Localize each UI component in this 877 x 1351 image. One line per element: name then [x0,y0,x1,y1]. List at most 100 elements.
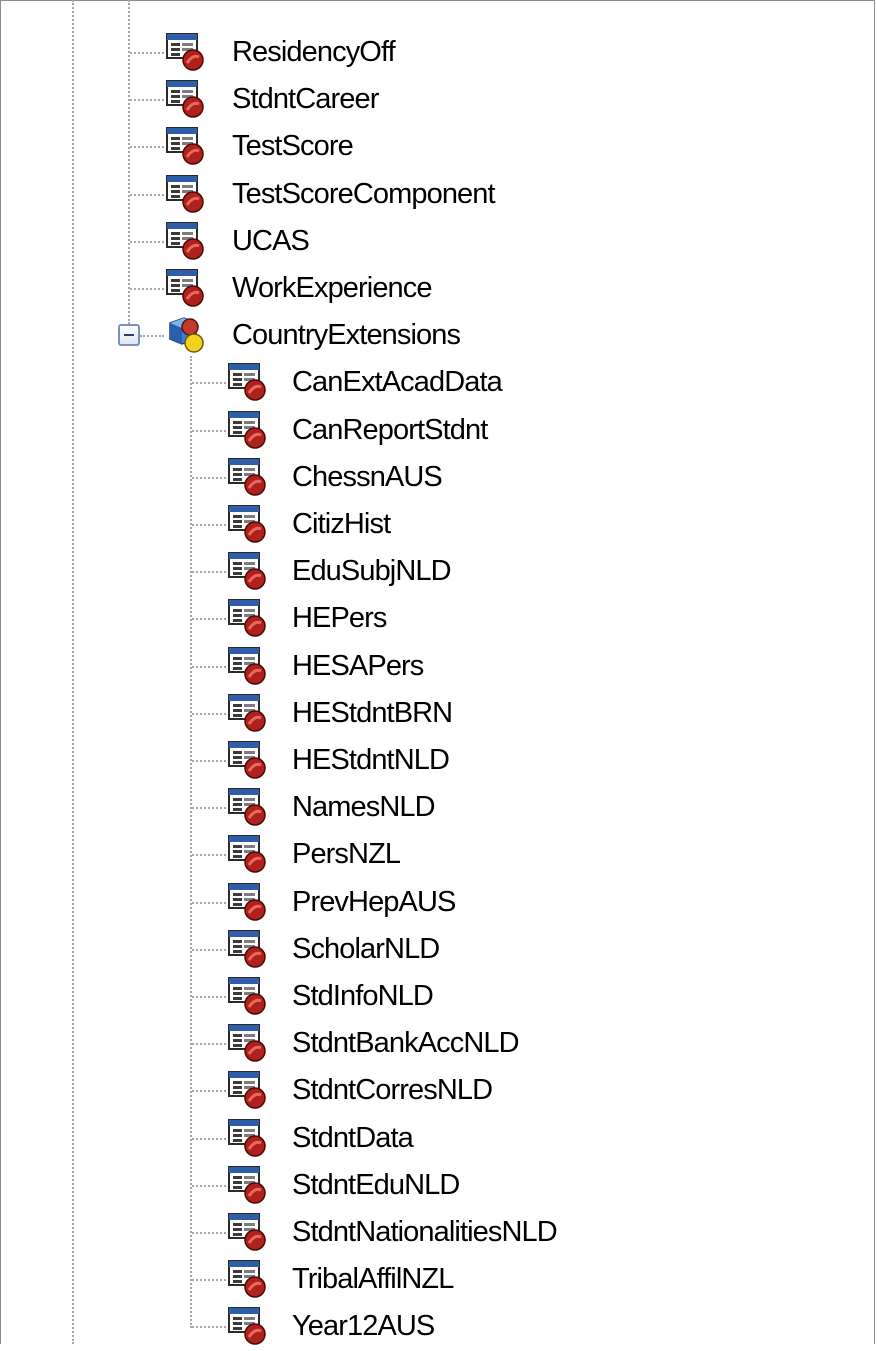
tree-node-label: HEPers [292,602,387,635]
tree-node-child-item[interactable]: NamesNLD [226,784,866,830]
tree-connector-line [192,901,226,904]
tree-connector-line [192,1184,226,1187]
record-node-icon [226,1070,270,1110]
record-node-icon [226,1212,270,1252]
record-node-icon [226,882,270,922]
record-node-icon [226,1023,270,1063]
tree-node-child-item[interactable]: StdntBankAccNLD [226,1020,866,1066]
record-node-icon [226,740,270,780]
tree-node-child-item[interactable]: CanExtAcadData [226,359,866,405]
tree-connector-line [192,760,226,762]
tree-view[interactable]: ResidencyOff StdntCareer TestScore TestS… [0,0,877,1346]
tree-node-child-item[interactable]: HESAPers [226,643,866,689]
tree-node-label: ChessnAUS [292,460,443,493]
tree-guide-line-level2 [190,356,192,1328]
tree-node-label: TestScore [232,130,354,163]
tree-node-child-item[interactable]: PersNZL [226,831,866,877]
group-folder-icon [164,315,208,355]
record-node-icon [164,268,208,308]
tree-node-label: HESAPers [292,649,424,682]
record-node-icon [226,457,270,497]
tree-node-label: PersNZL [292,838,401,871]
tree-node-child-item[interactable]: HEPers [226,595,866,641]
record-node-icon [226,1306,270,1346]
tree-connector-line [192,948,226,951]
tree-node-label: TribalAffilNZL [292,1263,454,1296]
tree-node-label: HEStdntBRN [292,696,453,729]
record-node-icon [164,79,208,119]
tree-connector-line [192,571,226,574]
tree-connector-line [192,1043,226,1046]
record-node-icon [226,551,270,591]
tree-node-child-item[interactable]: StdntNationalitiesNLD [226,1209,866,1255]
tree-connector-line [130,99,164,102]
record-node-icon [226,1118,270,1158]
tree-node-label: EduSubjNLD [292,555,452,588]
tree-node-label: WorkExperience [232,272,433,304]
tree-node-child-item[interactable]: ScholarNLD [226,926,866,972]
tree-node-child-item[interactable]: ChessnAUS [226,454,866,500]
tree-connector-line [130,52,164,54]
tree-node-label: PrevHepAUS [292,885,456,918]
record-node-icon [226,834,270,874]
tree-node-label: StdntCorresNLD [292,1074,493,1107]
tree-connector-line [192,382,226,385]
tree-node-child-item[interactable]: StdInfoNLD [226,973,866,1019]
tree-node-label: CanExtAcadData [292,366,503,399]
tree-node-label: StdntBankAccNLD [292,1027,520,1060]
collapse-toggle-icon[interactable] [118,324,140,346]
tree-node-item[interactable]: TestScoreComponent [164,171,804,217]
tree-node-label: HEStdntNLD [292,744,450,776]
tree-node-child-item[interactable]: CanReportStdnt [226,407,866,453]
tree-node-child-item[interactable]: StdntEduNLD [226,1162,866,1208]
tree-node-label: Year12AUS [292,1310,435,1343]
tree-connector-line [192,1090,226,1093]
tree-node-child-item[interactable]: HEStdntBRN [226,690,866,736]
record-node-icon [226,1259,270,1299]
record-node-icon [226,646,270,686]
tree-guide-line-outer [72,0,74,1344]
tree-node-label: CountryExtensions [232,319,461,352]
tree-connector-line [192,1137,226,1140]
tree-node-label: UCAS [232,224,310,257]
tree-connector-line [130,193,164,196]
tree-node-group[interactable]: CountryExtensions [164,312,804,358]
tree-node-item[interactable]: TestScore [164,123,804,169]
tree-node-child-item[interactable]: PrevHepAUS [226,879,866,925]
tree-node-item[interactable]: UCAS [164,218,804,264]
tree-connector-line [192,476,226,479]
tree-node-item[interactable]: WorkExperience [164,265,804,311]
tree-node-child-item[interactable]: TribalAffilNZL [226,1256,866,1302]
record-node-icon [226,929,270,969]
tree-connector-line [192,1232,226,1234]
tree-guide-line-level1 [128,0,130,324]
record-node-icon [164,174,208,214]
record-node-icon [226,362,270,402]
tree-connector-line [192,996,226,998]
record-node-icon [164,221,208,261]
tree-node-label: StdInfoNLD [292,980,434,1012]
tree-node-child-item[interactable]: EduSubjNLD [226,548,866,594]
tree-connector-line [130,240,164,243]
tree-node-child-item[interactable]: CitizHist [226,501,866,547]
tree-node-child-item[interactable]: StdntCorresNLD [226,1067,866,1113]
tree-node-child-item[interactable]: HEStdntNLD [226,737,866,783]
tree-connector-line [192,1326,226,1329]
tree-node-child-item[interactable]: Year12AUS [226,1303,866,1349]
tree-node-label: ResidencyOff [232,36,396,68]
record-node-icon [226,976,270,1016]
tree-node-child-item[interactable]: StdntData [226,1115,866,1161]
tree-node-item[interactable]: ResidencyOff [164,29,804,75]
tree-connector-line [192,665,226,668]
record-node-icon [226,693,270,733]
tree-connector-line [130,288,164,290]
tree-connector-line [192,712,226,715]
tree-connector-line [192,618,226,621]
tree-connector-line [192,807,226,810]
tree-connector-line [192,854,226,857]
record-node-icon [226,410,270,450]
tree-node-item[interactable]: StdntCareer [164,76,804,122]
tree-connector-line [130,146,164,149]
tree-node-label: ScholarNLD [292,932,440,965]
tree-connector-line [192,1279,226,1282]
